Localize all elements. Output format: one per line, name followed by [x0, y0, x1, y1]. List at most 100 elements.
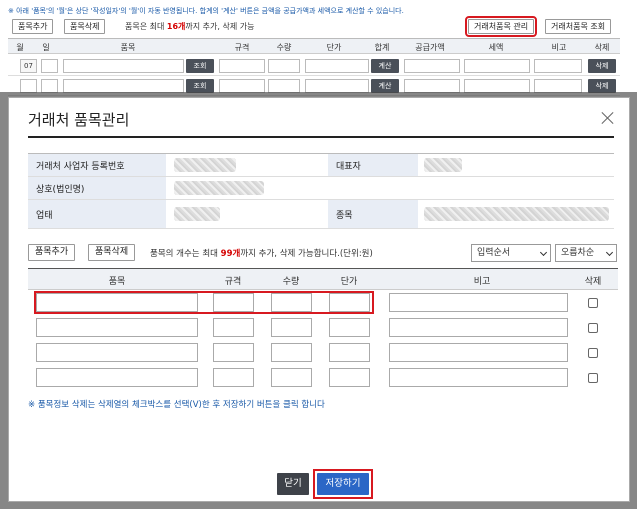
item-input[interactable] — [36, 343, 198, 362]
note-input[interactable] — [534, 59, 582, 73]
col-item: 품목 — [120, 43, 136, 52]
table-row — [28, 290, 618, 315]
spec-input[interactable] — [213, 318, 254, 337]
title-divider — [28, 136, 614, 138]
qty-input[interactable] — [268, 59, 300, 73]
unit-price-input[interactable] — [305, 59, 369, 73]
manage-vendor-items-button[interactable]: 거래처품목 관리 — [464, 16, 538, 37]
biz-no-value-redacted — [174, 158, 236, 172]
col-total: 합계 — [374, 43, 390, 52]
delete-checkbox[interactable] — [588, 348, 598, 358]
company-value-redacted — [174, 181, 264, 195]
vendor-info-table: 거래처 사업자 등록번호 대표자 상호(법인명) 업태 종목 — [28, 153, 614, 229]
item-limit-text: 품목은 최대 16개까지 추가, 삭제 가능 — [125, 22, 255, 31]
note-input[interactable] — [389, 343, 568, 362]
row-month: 07 — [20, 59, 37, 73]
note-input[interactable] — [534, 79, 582, 93]
notice-text: ※ 아래 '품목'의 '월'은 상단 '작성일자'의 '월'이 자동 반영됩니다… — [8, 7, 404, 15]
calc-button[interactable]: 계산 — [371, 59, 399, 73]
table-row — [28, 315, 618, 340]
col-note: 비고 — [473, 277, 491, 287]
item-input[interactable] — [63, 59, 184, 73]
item-grid-header: 품목 규격 수량 단가 비고 삭제 — [28, 269, 618, 290]
supply-input[interactable] — [404, 79, 460, 93]
col-unit-price: 단가 — [326, 43, 342, 52]
calc-button[interactable]: 계산 — [371, 79, 399, 93]
spec-input[interactable] — [219, 79, 265, 93]
row-delete-button[interactable]: 삭제 — [588, 79, 616, 93]
col-tax: 세액 — [488, 43, 504, 52]
info-row-company: 상호(법인명) — [28, 177, 614, 200]
add-item-button[interactable]: 품목추가 — [12, 19, 54, 34]
table-row: 07 조회 계산 삭제 — [8, 57, 620, 76]
note-input[interactable] — [389, 318, 568, 337]
unit-price-input[interactable] — [329, 318, 370, 337]
qty-input[interactable] — [271, 368, 312, 387]
qty-input[interactable] — [271, 343, 312, 362]
biz-no-label: 거래처 사업자 등록번호 — [28, 154, 166, 176]
col-qty: 수량 — [276, 43, 292, 52]
business-item-value-redacted — [424, 207, 609, 221]
business-type-value-redacted — [174, 207, 220, 221]
modal-delete-item-button[interactable]: 품목삭제 — [88, 244, 136, 261]
col-delete: 삭제 — [594, 43, 610, 52]
delete-checkbox[interactable] — [588, 373, 598, 383]
modal-limit-text: 품목의 개수는 최대 99개까지 추가, 삭제 가능합니다.(단위:원) — [150, 249, 373, 259]
close-button[interactable]: 닫기 — [277, 473, 309, 495]
col-unit-price: 단가 — [340, 277, 358, 287]
item-input[interactable] — [36, 318, 198, 337]
lookup-vendor-items-button[interactable]: 거래처품목 조회 — [545, 19, 612, 34]
table-row — [28, 365, 618, 390]
item-input[interactable] — [36, 368, 198, 387]
tax-input[interactable] — [464, 59, 530, 73]
spec-input[interactable] — [213, 368, 254, 387]
qty-input[interactable] — [271, 318, 312, 337]
delete-checkbox[interactable] — [588, 323, 598, 333]
modal-title: 거래처 품목관리 — [28, 111, 130, 129]
item-input[interactable] — [63, 79, 184, 93]
sort-field-select[interactable]: 입력순서 — [471, 244, 551, 262]
ceo-value-redacted — [424, 158, 462, 172]
qty-input[interactable] — [268, 79, 300, 93]
unit-price-input[interactable] — [329, 293, 370, 312]
note-input[interactable] — [389, 293, 568, 312]
item-input[interactable] — [36, 293, 198, 312]
modal-add-item-button[interactable]: 품목추가 — [28, 244, 76, 261]
delete-item-button[interactable]: 품목삭제 — [64, 19, 106, 34]
col-spec: 규격 — [224, 277, 242, 287]
background-table-header: 월 일 품목 규격 수량 단가 합계 공급가액 세액 비고 삭제 — [8, 38, 620, 54]
note-input[interactable] — [389, 368, 568, 387]
company-label: 상호(법인명) — [28, 177, 166, 199]
delete-instruction-note: ※ 품목정보 삭제는 삭제열의 체크박스를 선택(V)한 후 저장하기 버튼을 … — [28, 400, 325, 410]
close-icon[interactable] — [601, 111, 615, 125]
unit-price-input[interactable] — [329, 343, 370, 362]
spec-input[interactable] — [219, 59, 265, 73]
day-input[interactable] — [41, 79, 58, 93]
unit-price-input[interactable] — [305, 79, 369, 93]
unit-price-input[interactable] — [329, 368, 370, 387]
business-type-label: 업태 — [28, 200, 166, 228]
lookup-button[interactable]: 조회 — [186, 79, 214, 93]
supply-input[interactable] — [404, 59, 460, 73]
item-grid: 품목 규격 수량 단가 비고 삭제 — [28, 268, 618, 390]
spec-input[interactable] — [213, 343, 254, 362]
month-input[interactable] — [20, 79, 37, 93]
col-qty: 수량 — [282, 277, 300, 287]
modal-toolbar: 품목추가 품목삭제 품목의 개수는 최대 99개까지 추가, 삭제 가능합니다.… — [28, 243, 618, 263]
day-input[interactable] — [41, 59, 58, 73]
sort-field-value: 입력순서 — [477, 248, 511, 258]
background-toolbar: 품목추가 품목삭제 품목은 최대 16개까지 추가, 삭제 가능 거래처품목 관… — [8, 16, 628, 37]
business-item-label: 종목 — [328, 200, 418, 228]
lookup-button[interactable]: 조회 — [186, 59, 214, 73]
delete-checkbox[interactable] — [588, 298, 598, 308]
ceo-label: 대표자 — [328, 154, 418, 176]
spec-input[interactable] — [213, 293, 254, 312]
row-delete-button[interactable]: 삭제 — [588, 59, 616, 73]
tax-input[interactable] — [464, 79, 530, 93]
save-button[interactable]: 저장하기 — [317, 473, 369, 495]
qty-input[interactable] — [271, 293, 312, 312]
col-note: 비고 — [551, 43, 567, 52]
chevron-down-icon — [605, 248, 614, 257]
info-row-biz-no: 거래처 사업자 등록번호 대표자 — [28, 154, 614, 177]
sort-order-select[interactable]: 오름차순 — [555, 244, 617, 262]
